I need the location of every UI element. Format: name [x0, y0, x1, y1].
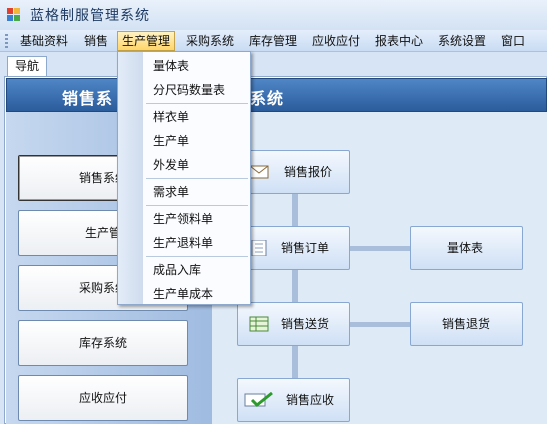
menu-system-settings[interactable]: 系统设置 [434, 31, 490, 51]
flow-sales-receivable-label: 销售应收 [286, 393, 335, 407]
dropdown-item-material-requisition[interactable]: 生产领料单 [153, 208, 213, 230]
flow-sales-order-button[interactable]: 销售订单 [237, 226, 350, 270]
dropdown-item-measure-table[interactable]: 量体表 [153, 55, 189, 77]
banner-title: 销售系 [62, 89, 114, 108]
menu-purchasing[interactable]: 采购系统 [182, 31, 238, 51]
dropdown-separator [146, 256, 248, 257]
flow-sales-quote-label: 销售报价 [284, 165, 333, 179]
dropdown-icon-strip [118, 52, 143, 304]
dropdown-separator [146, 205, 248, 206]
menu-basic-data[interactable]: 基础资料 [16, 31, 72, 51]
flow-sales-receivable-button[interactable]: 销售应收 [237, 378, 350, 422]
menu-production[interactable]: 生产管理 [117, 31, 176, 51]
menu-sales[interactable]: 销售 [80, 31, 112, 51]
dropdown-item-production-cost[interactable]: 生产单成本 [153, 283, 213, 305]
menu-window[interactable]: 窗口 [497, 31, 529, 51]
title-bar: 蓝格制服管理系统 [0, 0, 547, 30]
flow-connector-order-measure [350, 246, 412, 251]
checkmark-card-icon [244, 392, 273, 408]
envelope-icon [249, 165, 269, 179]
banner-title-suffix: 系统 [250, 89, 285, 108]
dropdown-item-demand-order[interactable]: 需求单 [153, 181, 189, 203]
app-icon [7, 8, 20, 21]
production-dropdown-menu: 量体表 分尺码数量表 样衣单 生产单 外发单 需求单 生产领料单 生产退料单 成… [117, 51, 251, 305]
flow-connector-vertical [292, 192, 298, 392]
menu-grip [5, 34, 8, 48]
sheet-icon [249, 316, 269, 332]
dropdown-item-material-return[interactable]: 生产退料单 [153, 232, 213, 254]
dropdown-separator [146, 103, 248, 104]
menu-bar: 基础资料 销售 生产管理 采购系统 库存管理 应收应付 报表中心 系统设置 窗口 [0, 30, 547, 52]
dropdown-item-sample-order[interactable]: 样衣单 [153, 106, 189, 128]
document-icon [251, 240, 267, 256]
dropdown-separator [146, 178, 248, 179]
dropdown-item-outsource-order[interactable]: 外发单 [153, 154, 189, 176]
dropdown-item-size-quantity[interactable]: 分尺码数量表 [153, 79, 225, 101]
tab-strip: 导航 [0, 52, 547, 77]
flow-connector-delivery-return [350, 322, 412, 327]
flow-sales-order-label: 销售订单 [281, 241, 330, 255]
flow-sales-return-label: 销售退货 [442, 317, 491, 331]
flow-measure-table-button[interactable]: 量体表 [410, 226, 523, 270]
menu-reports[interactable]: 报表中心 [371, 31, 427, 51]
dropdown-item-finished-goods-in[interactable]: 成品入库 [153, 259, 201, 281]
flow-measure-table-label: 量体表 [447, 241, 484, 255]
dropdown-item-production-order[interactable]: 生产单 [153, 130, 189, 152]
flow-sales-delivery-button[interactable]: 销售送货 [237, 302, 350, 346]
flow-sales-return-button[interactable]: 销售退货 [410, 302, 523, 346]
flow-sales-delivery-label: 销售送货 [281, 317, 330, 331]
nav-receivable-button[interactable]: 应收应付 [18, 375, 188, 421]
menu-inventory[interactable]: 库存管理 [245, 31, 301, 51]
tab-navigation[interactable]: 导航 [7, 56, 47, 77]
nav-inventory-button[interactable]: 库存系统 [18, 320, 188, 366]
menu-receivable-payable[interactable]: 应收应付 [308, 31, 364, 51]
window-title: 蓝格制服管理系统 [30, 8, 150, 24]
flow-sales-quote-button[interactable]: 销售报价 [237, 150, 350, 194]
